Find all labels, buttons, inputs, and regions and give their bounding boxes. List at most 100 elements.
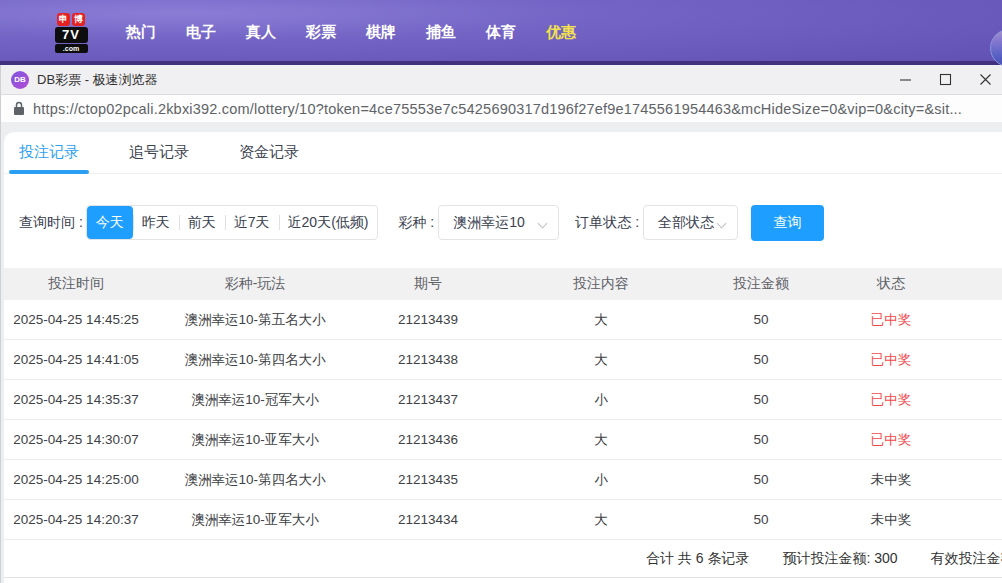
table-header: 投注时间彩种-玩法期号投注内容投注金额状态 bbox=[4, 268, 1002, 300]
cell-amount: 50 bbox=[708, 512, 814, 527]
cell-time: 2025-04-25 14:35:37 bbox=[4, 392, 148, 407]
chevron-down-icon bbox=[717, 219, 727, 229]
cell-amount: 50 bbox=[708, 432, 814, 447]
cell-issue: 21213437 bbox=[362, 392, 494, 407]
cell-time: 2025-04-25 14:45:25 bbox=[4, 312, 148, 327]
cell-game: 澳洲幸运10-第五名大小 bbox=[148, 311, 362, 329]
cell-time: 2025-04-25 14:30:07 bbox=[4, 432, 148, 447]
cell-status: 已中奖 bbox=[814, 311, 968, 329]
time-range-group: 今天昨天前天近7天近20天(低频) bbox=[86, 205, 379, 240]
time-filter-label: 查询时间 : bbox=[19, 214, 83, 232]
footer-summary-1: 合计 共 6 条记录 bbox=[646, 550, 749, 568]
column-header-5: 投注金额 bbox=[708, 275, 814, 293]
nav-item-sports[interactable]: 体育 bbox=[471, 23, 531, 42]
window-titlebar: DB DB彩票 - 极速浏览器 bbox=[0, 65, 1002, 95]
nav-item-live[interactable]: 真人 bbox=[231, 23, 291, 42]
cell-game: 澳洲幸运10-冠军大小 bbox=[148, 391, 362, 409]
address-bar[interactable]: https://ctop02pcali.2kbxi392.com/lottery… bbox=[0, 95, 1002, 122]
cell-status: 未中奖 bbox=[814, 471, 968, 489]
cell-content: 小 bbox=[494, 471, 708, 489]
tab-bet-records[interactable]: 投注记录 bbox=[19, 132, 79, 173]
records-card: 投注记录 追号记录 资金记录 查询时间 : 今天昨天前天近7天近20天(低频) 彩种… bbox=[4, 132, 1002, 583]
cell-issue: 21213438 bbox=[362, 352, 494, 367]
footer-summary-2: 预计投注金额: 300 bbox=[782, 550, 897, 568]
table-row: 2025-04-25 14:25:00澳洲幸运10-第四名大小21213435小… bbox=[4, 460, 1002, 500]
page-content: 投注记录 追号记录 资金记录 查询时间 : 今天昨天前天近7天近20天(低频) 彩种… bbox=[0, 122, 1002, 583]
tab-fund-records[interactable]: 资金记录 bbox=[239, 132, 299, 173]
maximize-button[interactable] bbox=[925, 65, 965, 94]
close-button[interactable] bbox=[965, 65, 1002, 94]
status-filter-label: 订单状态 : bbox=[575, 214, 639, 232]
cell-game: 澳洲幸运10-亚军大小 bbox=[148, 431, 362, 449]
cell-issue: 21213439 bbox=[362, 312, 494, 327]
site-logo[interactable]: 申 博 7V .com bbox=[53, 13, 89, 53]
record-tabs: 投注记录 追号记录 资金记录 bbox=[4, 132, 1002, 174]
cell-game: 澳洲幸运10-第四名大小 bbox=[148, 351, 362, 369]
main-nav: 热门电子真人彩票棋牌捕鱼体育优惠 bbox=[111, 23, 591, 42]
filter-bar: 查询时间 : 今天昨天前天近7天近20天(低频) 彩种 : 澳洲幸运10 订单状… bbox=[19, 205, 1002, 240]
url-text: https://ctop02pcali.2kbxi392.com/lottery… bbox=[33, 101, 962, 117]
status-select[interactable]: 全部状态 bbox=[643, 205, 738, 240]
lock-icon bbox=[13, 101, 25, 116]
column-header-6: 状态 bbox=[814, 275, 968, 293]
cell-issue: 21213436 bbox=[362, 432, 494, 447]
time-option-last-7-days[interactable]: 近7天 bbox=[225, 206, 279, 239]
table-footer: 合计 共 6 条记录 预计投注金额: 300 有效投注金额: 300 bbox=[4, 540, 1002, 578]
table-body: 2025-04-25 14:45:25澳洲幸运10-第五名大小21213439大… bbox=[4, 300, 1002, 540]
nav-item-lottery[interactable]: 彩票 bbox=[291, 23, 351, 42]
cell-time: 2025-04-25 14:20:37 bbox=[4, 512, 148, 527]
logo-text: 7V bbox=[55, 27, 88, 43]
table-row: 2025-04-25 14:45:25澳洲幸运10-第五名大小21213439大… bbox=[4, 300, 1002, 340]
cell-content: 大 bbox=[494, 351, 708, 369]
cell-content: 大 bbox=[494, 311, 708, 329]
top-banner: 申 博 7V .com 热门电子真人彩票棋牌捕鱼体育优惠 bbox=[0, 0, 1002, 65]
column-header-4: 投注内容 bbox=[494, 275, 708, 293]
cell-amount: 50 bbox=[708, 352, 814, 367]
bet-records-table: 投注时间彩种-玩法期号投注内容投注金额状态 2025-04-25 14:45:2… bbox=[4, 268, 1002, 578]
footer-summary-3: 有效投注金额: 300 bbox=[931, 550, 1002, 568]
time-option-today[interactable]: 今天 bbox=[87, 206, 133, 239]
tab-chase-records[interactable]: 追号记录 bbox=[129, 132, 189, 173]
logo-badge-2: 博 bbox=[72, 13, 85, 26]
cell-status: 已中奖 bbox=[814, 391, 968, 409]
time-option-yesterday[interactable]: 昨天 bbox=[133, 206, 179, 239]
window-controls bbox=[885, 65, 1002, 94]
cell-amount: 50 bbox=[708, 312, 814, 327]
table-row: 2025-04-25 14:20:37澳洲幸运10-亚军大小21213434大5… bbox=[4, 500, 1002, 540]
cell-game: 澳洲幸运10-亚军大小 bbox=[148, 511, 362, 529]
cell-status: 已中奖 bbox=[814, 351, 968, 369]
status-select-value: 全部状态 bbox=[658, 214, 714, 232]
lottery-select[interactable]: 澳洲幸运10 bbox=[438, 205, 559, 240]
table-row: 2025-04-25 14:35:37澳洲幸运10-冠军大小21213437小5… bbox=[4, 380, 1002, 420]
nav-item-board-games[interactable]: 棋牌 bbox=[351, 23, 411, 42]
cell-status: 已中奖 bbox=[814, 431, 968, 449]
time-option-day-before[interactable]: 前天 bbox=[179, 206, 225, 239]
browser-app-icon: DB bbox=[11, 71, 29, 89]
cell-amount: 50 bbox=[708, 392, 814, 407]
column-header-2: 彩种-玩法 bbox=[148, 275, 362, 293]
minimize-icon bbox=[899, 73, 912, 86]
time-option-last-20-days[interactable]: 近20天(低频) bbox=[279, 206, 378, 239]
close-icon bbox=[979, 73, 992, 86]
cell-time: 2025-04-25 14:41:05 bbox=[4, 352, 148, 367]
cell-content: 大 bbox=[494, 431, 708, 449]
cell-game: 澳洲幸运10-第四名大小 bbox=[148, 471, 362, 489]
nav-item-fishing[interactable]: 捕鱼 bbox=[411, 23, 471, 42]
lottery-filter-label: 彩种 : bbox=[398, 214, 434, 232]
cell-amount: 50 bbox=[708, 472, 814, 487]
logo-domain: .com bbox=[55, 44, 88, 53]
window-title: DB彩票 - 极速浏览器 bbox=[37, 71, 158, 89]
nav-item-promotions[interactable]: 优惠 bbox=[531, 23, 591, 42]
search-button[interactable]: 查询 bbox=[751, 205, 824, 241]
lottery-select-value: 澳洲幸运10 bbox=[453, 214, 525, 232]
table-row: 2025-04-25 14:41:05澳洲幸运10-第四名大小21213438大… bbox=[4, 340, 1002, 380]
nav-item-hot[interactable]: 热门 bbox=[111, 23, 171, 42]
cell-time: 2025-04-25 14:25:00 bbox=[4, 472, 148, 487]
cell-content: 小 bbox=[494, 391, 708, 409]
nav-item-slots[interactable]: 电子 bbox=[171, 23, 231, 42]
maximize-icon bbox=[939, 73, 952, 86]
cell-issue: 21213435 bbox=[362, 472, 494, 487]
chevron-down-icon bbox=[538, 219, 548, 229]
column-header-3: 期号 bbox=[362, 275, 494, 293]
minimize-button[interactable] bbox=[885, 65, 925, 94]
